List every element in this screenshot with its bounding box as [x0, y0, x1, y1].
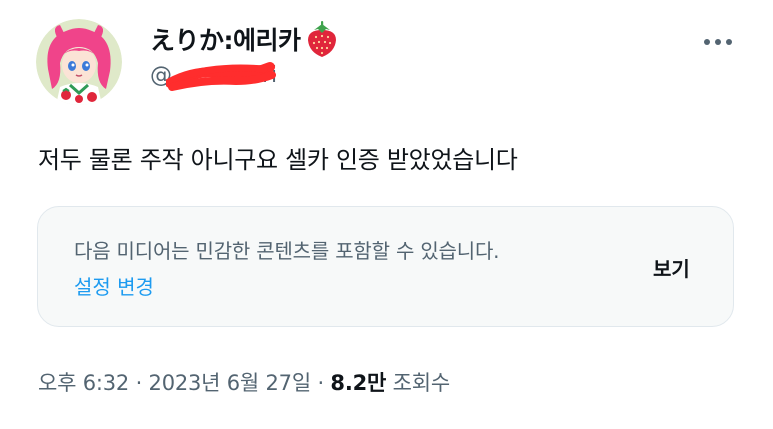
avatar-image: [36, 19, 122, 105]
tweet: えりか:에리카 @ ri 저두 물론 주작 아니구요 셀카 인증 받았었습니다 …: [0, 0, 773, 429]
sensitive-media-warning: 다음 미디어는 민감한 콘텐츠를 포함할 수 있습니다. 설정 변경 보기: [37, 206, 734, 327]
user-handle[interactable]: @ ri: [150, 62, 290, 93]
tweet-time[interactable]: 오후 6:32: [38, 371, 129, 395]
tweet-date[interactable]: 2023년 6월 27일: [149, 371, 312, 395]
views-count: 8.2만: [330, 371, 387, 395]
display-name[interactable]: えりか:에리카: [150, 21, 301, 57]
tweet-text: 저두 물론 주작 아니구요 셀카 인증 받았었습니다: [38, 146, 518, 174]
more-options-button[interactable]: [698, 30, 738, 54]
display-name-row[interactable]: えりか:에리카: [150, 20, 339, 58]
meta-separator: ·: [317, 371, 324, 395]
more-dot-icon: [726, 39, 732, 45]
tweet-meta: 오후 6:32 · 2023년 6월 27일 · 8.2만 조회수: [38, 367, 450, 397]
show-media-button[interactable]: 보기: [653, 253, 690, 282]
more-dot-icon: [715, 39, 721, 45]
change-settings-link[interactable]: 설정 변경: [74, 271, 154, 300]
more-dot-icon: [704, 39, 710, 45]
views-label: 조회수: [392, 371, 451, 395]
meta-separator: ·: [135, 371, 143, 395]
redaction-scribble: [166, 62, 276, 91]
avatar[interactable]: [36, 19, 122, 105]
strawberry-icon: [307, 21, 336, 57]
sensitive-media-message: 다음 미디어는 민감한 콘텐츠를 포함할 수 있습니다.: [74, 239, 500, 263]
